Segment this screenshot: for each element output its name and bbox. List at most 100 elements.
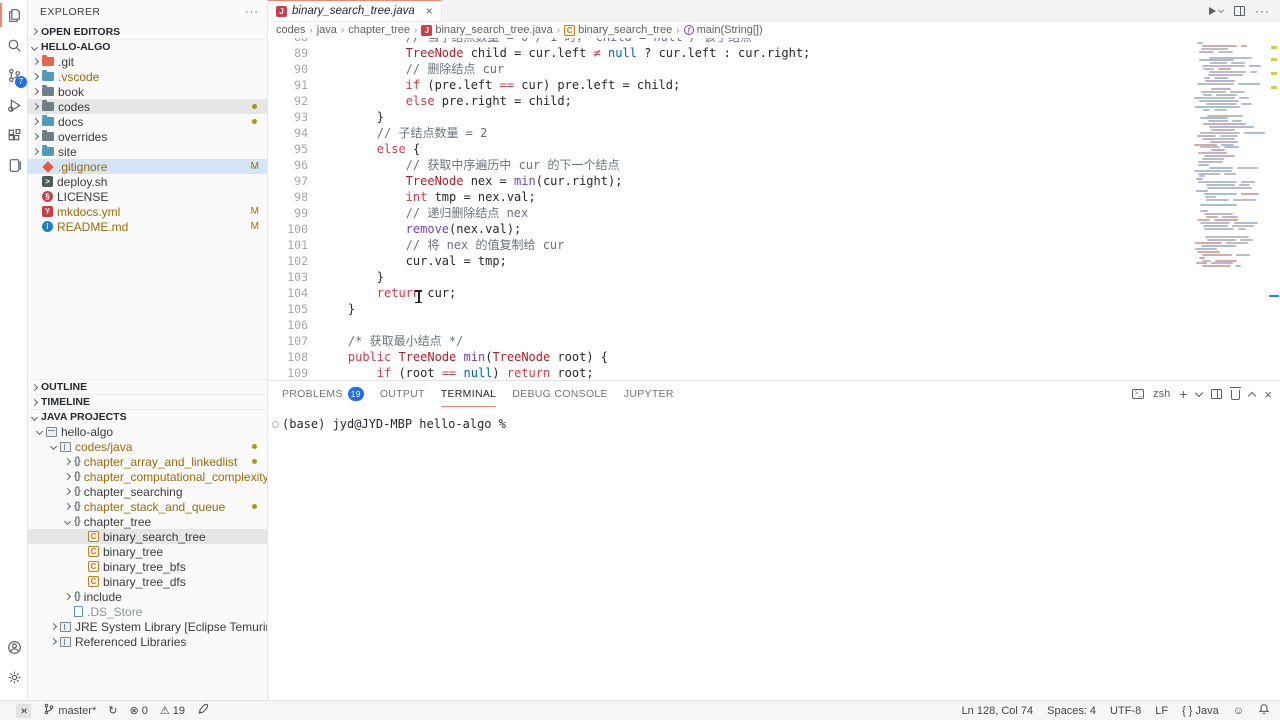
tab-binary-search-tree[interactable]: J binary_search_tree.java ×: [268, 0, 442, 21]
status-right-2[interactable]: UTF-8: [1110, 705, 1141, 717]
status-left-5[interactable]: [197, 703, 209, 718]
sidebar-more-actions-icon[interactable]: ···: [245, 6, 259, 18]
explorer-item--gitignore[interactable]: .gitignoreM: [28, 159, 267, 174]
source-control-icon[interactable]: 7: [0, 60, 28, 90]
code-line-102[interactable]: 102cur.val = tmp;: [268, 253, 1280, 269]
status-right-1[interactable]: Spaces: 4: [1047, 705, 1096, 717]
java-item-binary-tree-dfs[interactable]: Cbinary_tree_dfs: [28, 574, 267, 589]
panel-tab-terminal[interactable]: TERMINAL: [441, 381, 497, 407]
code-line-94[interactable]: 94// 子结点数量 = 2: [268, 125, 1280, 141]
explorer-item-mkdocs-yml[interactable]: Ymkdocs.ymlM: [28, 204, 267, 219]
run-dropdown-icon[interactable]: [1218, 7, 1224, 13]
section-outline[interactable]: OUTLINE: [28, 379, 267, 394]
run-debug-icon[interactable]: [0, 90, 28, 120]
code-line-109[interactable]: 109if (root == null) return root;: [268, 365, 1280, 380]
java-item-binary-search-tree[interactable]: Cbinary_search_tree: [28, 529, 267, 544]
section-workspace[interactable]: HELLO-ALGO: [28, 39, 267, 54]
extensions-icon[interactable]: [0, 120, 28, 150]
code-line-96[interactable]: 96// 获取中序遍历中 cur 的下一个结点: [268, 157, 1280, 173]
code-line-105[interactable]: 105}: [268, 301, 1280, 317]
section-timeline[interactable]: TIMELINE: [28, 394, 267, 409]
java-item-chapter-array-and-linkedlist[interactable]: {}chapter_array_and_linkedlist: [28, 454, 267, 469]
explorer-item--git[interactable]: .git: [28, 54, 267, 69]
panel-tab-problems[interactable]: PROBLEMS19: [282, 381, 364, 407]
status-left-1[interactable]: master*: [43, 703, 96, 718]
terminal-dropdown-icon[interactable]: [1195, 389, 1203, 397]
new-terminal-icon[interactable]: +: [1179, 386, 1187, 402]
search-icon[interactable]: [0, 30, 28, 60]
code-line-91[interactable]: 91if (pre.left == cur) pre.left = child;: [268, 77, 1280, 93]
breadcrumb-item-codes[interactable]: codes: [276, 24, 305, 36]
explorer-item-overrides[interactable]: overrides: [28, 129, 267, 144]
terminal[interactable]: (base) jyd@JYD-MBP hello-algo %: [268, 407, 1280, 431]
code-line-98[interactable]: 98int tmp = nex.val;: [268, 189, 1280, 205]
settings-gear-icon[interactable]: [0, 662, 28, 692]
code-line-88[interactable]: 88// 当子结点数量 = 0 / 1 时， child = null / 该子…: [268, 38, 1280, 45]
explorer-item-license[interactable]: §LICENSE: [28, 189, 267, 204]
code-editor[interactable]: 88// 当子结点数量 = 0 / 1 时， child = null / 该子…: [268, 38, 1280, 380]
status-left-0[interactable]: ›‹: [16, 704, 31, 718]
kill-terminal-icon[interactable]: [1231, 390, 1240, 400]
minimap[interactable]: [1190, 38, 1268, 380]
section-open-editors[interactable]: OPEN EDITORS: [28, 24, 267, 39]
breadcrumb-item-binary-search-tree-java[interactable]: Jbinary_search_tree.java: [421, 24, 552, 36]
code-line-93[interactable]: 93}: [268, 109, 1280, 125]
code-line-108[interactable]: 108public TreeNode min(TreeNode root) {: [268, 349, 1280, 365]
maximize-panel-icon[interactable]: [1248, 392, 1256, 400]
java-item-chapter-tree[interactable]: {}chapter_tree: [28, 514, 267, 529]
explorer-icon[interactable]: [0, 0, 28, 30]
status-right-6[interactable]: [1258, 703, 1270, 718]
code-line-99[interactable]: 99// 递归删除结点 nex: [268, 205, 1280, 221]
breadcrumb-item-chapter-tree[interactable]: chapter_tree: [348, 24, 410, 36]
code-line-92[interactable]: 92else pre.right = child;: [268, 93, 1280, 109]
panel-tab-jupyter[interactable]: JUPYTER: [624, 381, 674, 407]
code-line-90[interactable]: 90// 删除结点 cur: [268, 61, 1280, 77]
status-left-2[interactable]: ↻: [108, 704, 117, 717]
status-right-3[interactable]: LF: [1155, 705, 1168, 717]
explorer-item-readme-md[interactable]: iREADME.mdM: [28, 219, 267, 234]
notebook-icon[interactable]: [0, 150, 28, 180]
breadcrumb-item-java[interactable]: java: [317, 24, 337, 36]
shell-selector[interactable]: zsh: [1153, 388, 1170, 400]
java-item-chapter-computational-complexity[interactable]: {}chapter_computational_complexity: [28, 469, 267, 484]
tab-close-icon[interactable]: ×: [426, 4, 433, 18]
status-right-0[interactable]: Ln 128, Col 74: [962, 705, 1034, 717]
status-left-4[interactable]: ⚠ 19: [160, 704, 185, 717]
section-java-projects[interactable]: JAVA PROJECTS: [28, 409, 267, 424]
breadcrumb-item-main-string-[interactable]: ƒmain(String[]): [684, 24, 763, 36]
java-item-codes-java[interactable]: codes/java: [28, 439, 267, 454]
java-item-chapter-searching[interactable]: {}chapter_searching: [28, 484, 267, 499]
status-right-5[interactable]: ☺: [1233, 705, 1244, 717]
code-line-100[interactable]: 100remove(nex.val);: [268, 221, 1280, 237]
code-line-89[interactable]: 89TreeNode child = cur.left ≠ null ? cur…: [268, 45, 1280, 61]
code-line-95[interactable]: 95else {: [268, 141, 1280, 157]
split-terminal-icon[interactable]: [1211, 389, 1222, 399]
panel-tab-output[interactable]: OUTPUT: [380, 381, 425, 407]
java-item-binary-tree[interactable]: Cbinary_tree: [28, 544, 267, 559]
java-item-hello-algo[interactable]: hello-algo: [28, 424, 267, 439]
explorer-item-codes[interactable]: codes: [28, 99, 267, 114]
panel-tab-debug-console[interactable]: DEBUG CONSOLE: [512, 381, 608, 407]
explorer-item-site[interactable]: site: [28, 144, 267, 159]
explorer-item-book[interactable]: book: [28, 84, 267, 99]
status-right-4[interactable]: { } Java: [1182, 705, 1219, 717]
java-item-include[interactable]: {}include: [28, 589, 267, 604]
java-item-referenced-libraries[interactable]: Referenced Libraries: [28, 634, 267, 649]
explorer-item-docs[interactable]: docs: [28, 114, 267, 129]
java-item--ds-store[interactable]: .DS_Store: [28, 604, 267, 619]
java-item-chapter-stack-and-queue[interactable]: {}chapter_stack_and_queue: [28, 499, 267, 514]
code-line-107[interactable]: 107/* 获取最小结点 */: [268, 333, 1280, 349]
java-item-binary-tree-bfs[interactable]: Cbinary_tree_bfs: [28, 559, 267, 574]
code-line-106[interactable]: 106: [268, 317, 1280, 333]
breadcrumb-item-binary-search-tree[interactable]: Cbinary_search_tree: [564, 24, 672, 36]
explorer-item-deploy-sh[interactable]: >deploy.sh: [28, 174, 267, 189]
code-line-97[interactable]: 97TreeNode nex = min(cur.right);: [268, 173, 1280, 189]
status-left-3[interactable]: ⊗ 0: [129, 704, 147, 717]
java-item-jre-system-library-eclipse-temurin-17-17-[interactable]: JRE System Library [Eclipse Temurin 17 […: [28, 619, 267, 634]
split-editor-icon[interactable]: [1234, 6, 1245, 16]
close-panel-icon[interactable]: ×: [1264, 387, 1272, 402]
explorer-item--vscode[interactable]: .vscode: [28, 69, 267, 84]
run-button[interactable]: [1209, 7, 1224, 15]
code-line-103[interactable]: 103}: [268, 269, 1280, 285]
editor-more-actions-icon[interactable]: ···: [1255, 4, 1270, 18]
